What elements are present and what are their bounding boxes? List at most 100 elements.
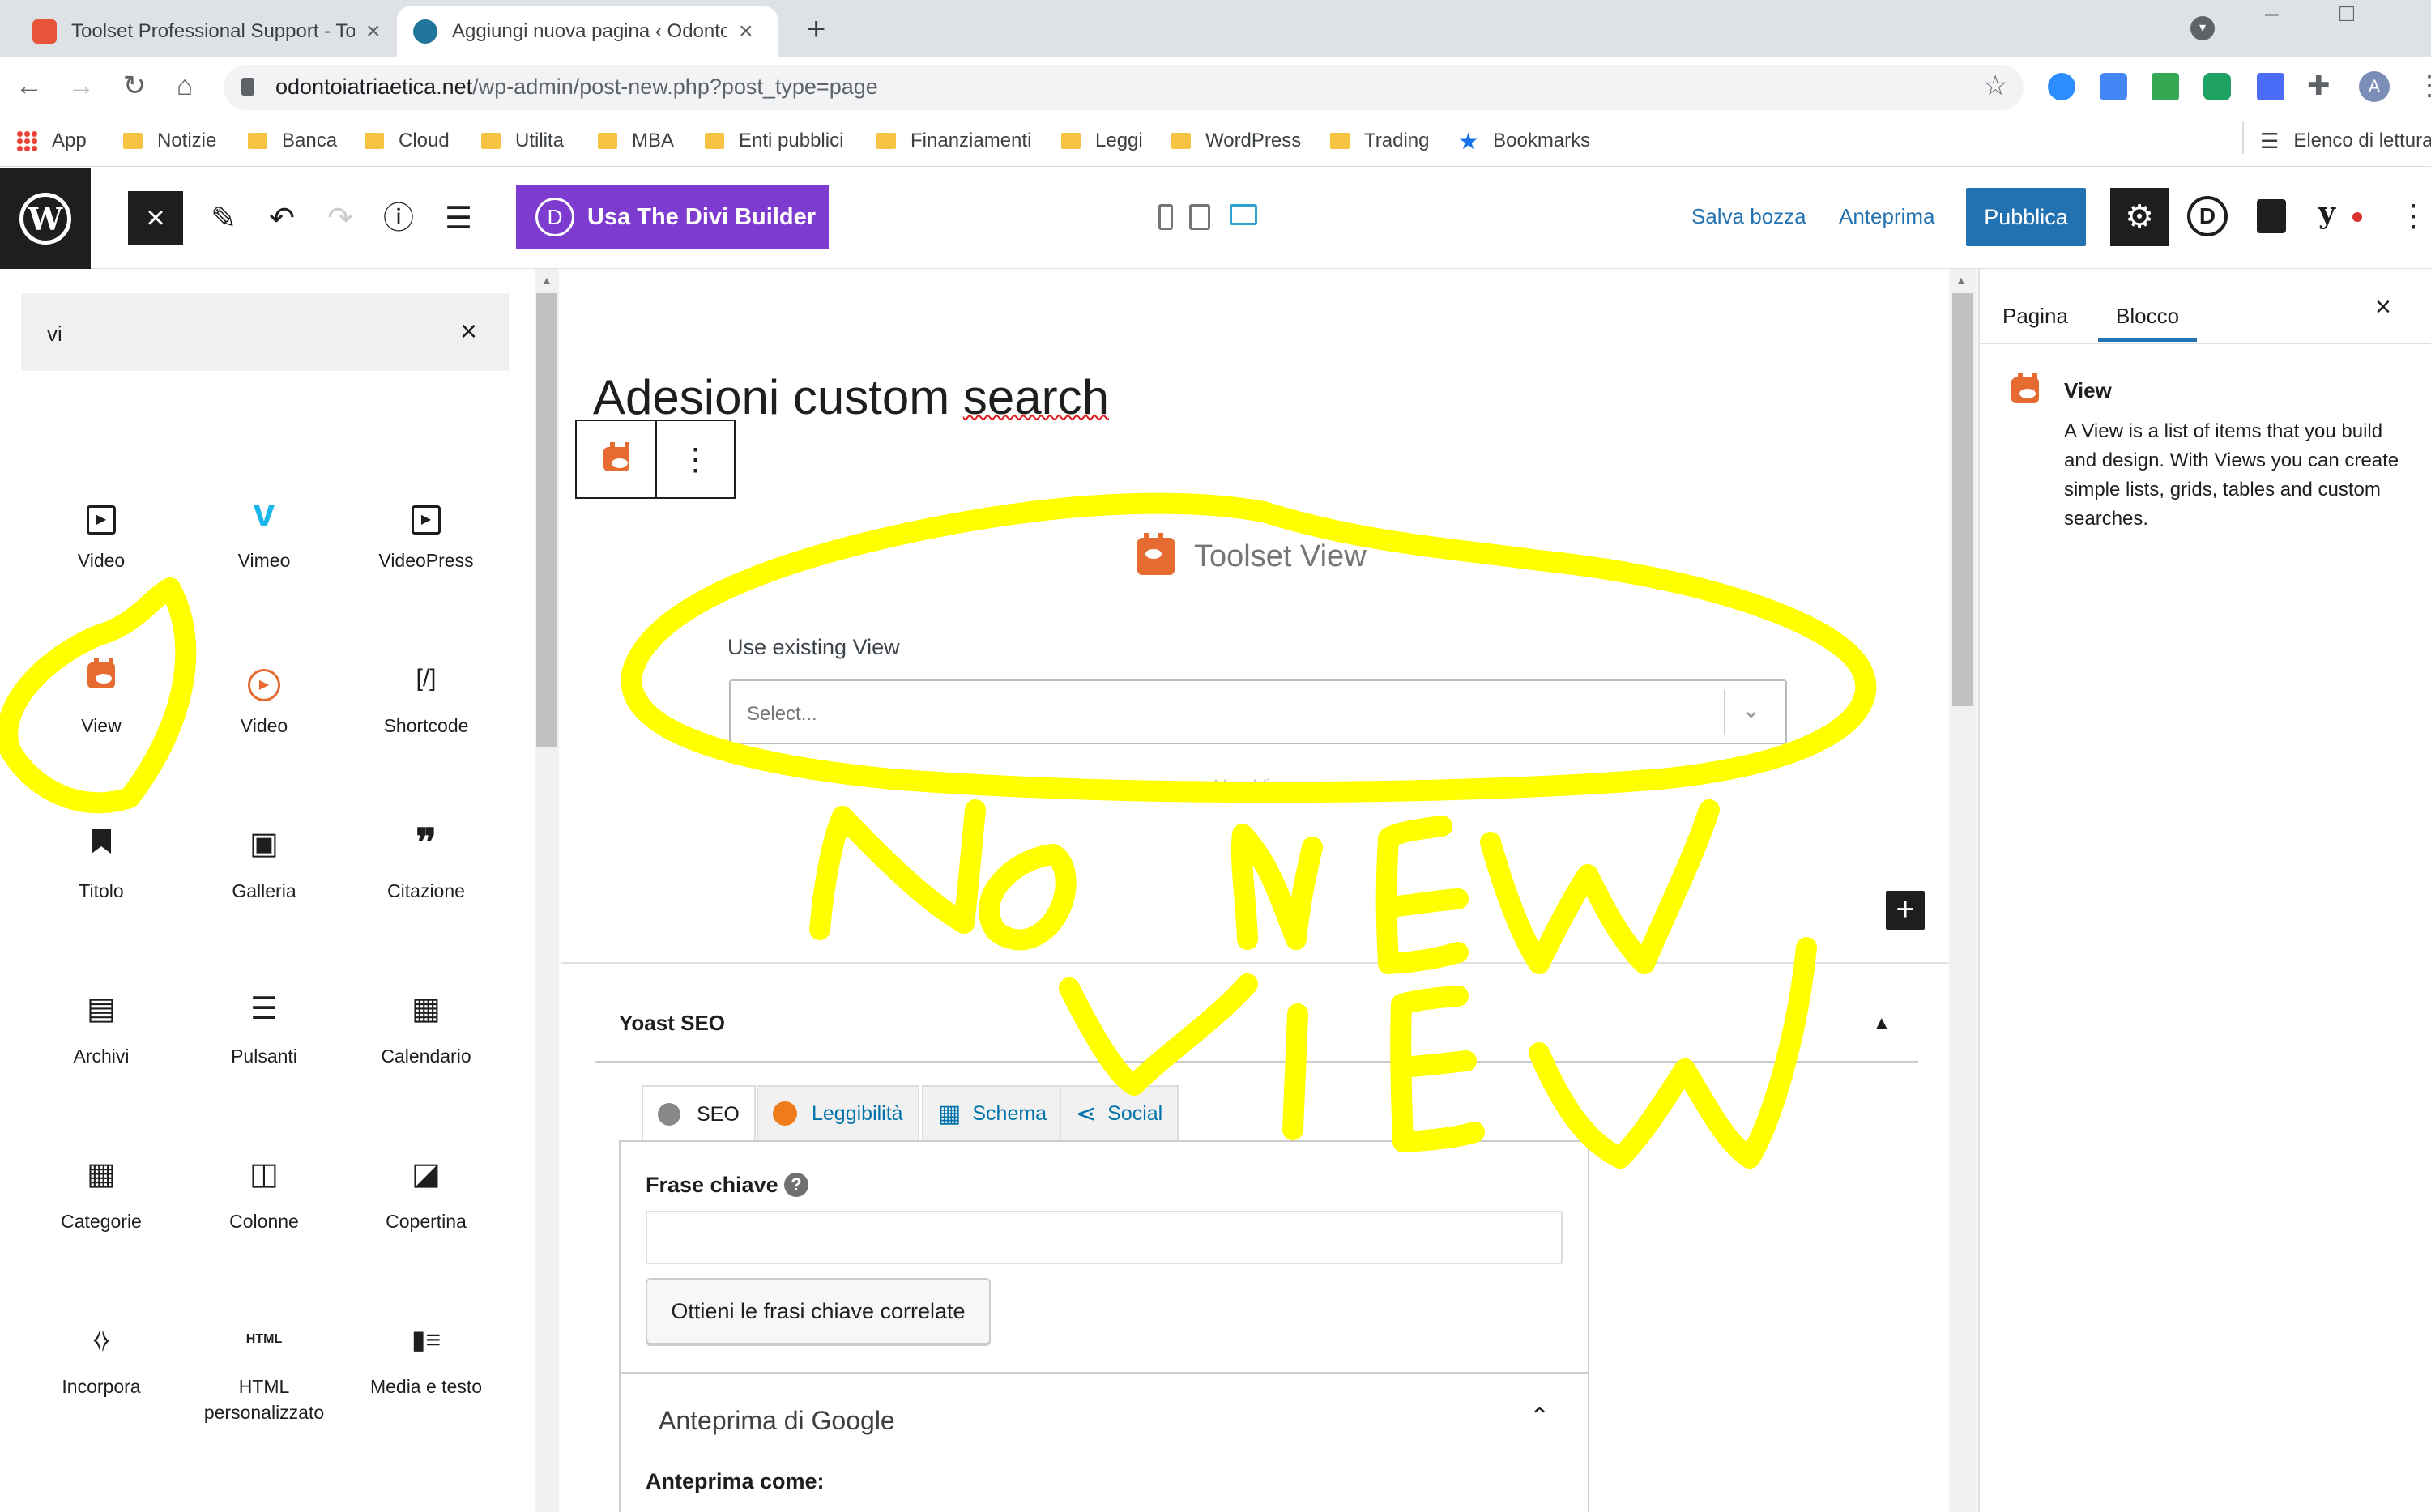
tab-pagina[interactable]: Pagina [2002, 290, 2068, 342]
lock-icon[interactable] [241, 78, 254, 96]
block-item-titolo[interactable]: Titolo [20, 820, 182, 941]
close-inserter-button[interactable]: × [128, 191, 183, 245]
more-options-icon[interactable]: ⋮ [2398, 198, 2429, 234]
block-item-videopress[interactable]: ▶ VideoPress [345, 489, 507, 611]
block-item-vimeo[interactable]: v Vimeo [183, 489, 345, 611]
yoast-tab-schema[interactable]: ▦ Schema [922, 1085, 1064, 1140]
bookmark-folder-notizie[interactable]: Notizie [123, 126, 216, 155]
zoom-extension-icon[interactable] [2048, 73, 2075, 100]
block-search-input[interactable] [21, 293, 509, 371]
bookmark-folder-wordpress[interactable]: WordPress [1171, 126, 1301, 155]
bookmark-folder-banca[interactable]: Banca [248, 126, 337, 155]
block-item-video[interactable]: ▶ Video [20, 489, 182, 611]
tools-pencil-icon[interactable]: ✎ [203, 198, 245, 240]
browser-tab-toolset-support[interactable]: Toolset Professional Support - To × [16, 6, 397, 57]
bookmark-folder-trading[interactable]: Trading [1330, 126, 1429, 155]
undo-icon[interactable]: ↶ [261, 198, 303, 240]
scroll-up-icon[interactable]: ▲ [541, 274, 552, 287]
view-select-dropdown[interactable] [729, 679, 1787, 744]
block-item-media-testo[interactable]: ▮≡ Media e testo [345, 1315, 507, 1453]
chevron-down-icon[interactable]: ⌄ [1742, 696, 1760, 723]
google-preview-title[interactable]: Anteprima di Google [659, 1406, 895, 1436]
extensions-puzzle-icon[interactable]: ✚ [2307, 70, 2331, 102]
desktop-preview-icon[interactable] [1230, 204, 1257, 225]
view-select-placeholder[interactable]: Select... [747, 703, 817, 726]
reload-icon[interactable]: ↻ [118, 70, 151, 102]
yoast-tab-readability[interactable]: Leggibilità [757, 1085, 919, 1140]
bookmark-apps[interactable]: App [16, 126, 87, 155]
bookmark-folder-mba[interactable]: MBA [598, 126, 674, 155]
yoast-metabox-title[interactable]: Yoast SEO [619, 1011, 725, 1036]
bookmark-folder-finanziamenti[interactable]: Finanziamenti [876, 126, 1031, 155]
scroll-up-icon[interactable]: ▲ [1955, 274, 1967, 287]
block-item-galleria[interactable]: ▣ Galleria [183, 820, 345, 941]
block-item-archivi[interactable]: ▤ Archivi [20, 985, 182, 1106]
bookmark-folder-leggi[interactable]: Leggi [1061, 126, 1143, 155]
home-icon[interactable]: ⌂ [168, 70, 201, 102]
help-question-icon[interactable]: ? [784, 1173, 808, 1197]
tablet-preview-icon[interactable] [1189, 204, 1210, 230]
layers-extension-icon[interactable] [2257, 73, 2284, 100]
inserter-scrollbar-thumb[interactable] [536, 293, 557, 747]
yoast-tab-social[interactable]: ⋖ Social [1060, 1085, 1179, 1140]
add-block-button[interactable]: + [1886, 891, 1925, 930]
reading-list-button[interactable]: ☰ Elenco di lettura [2260, 126, 2431, 155]
block-options-button[interactable]: ⋮ [655, 421, 734, 497]
block-item-html[interactable]: HTML HTML personalizzato [183, 1315, 345, 1453]
browser-menu-icon[interactable]: ⋮ [2416, 70, 2431, 102]
page-title-input[interactable]: Adesioni custom search [593, 369, 1109, 425]
block-search-value[interactable]: vi [47, 322, 62, 347]
phone-preview-icon[interactable] [1158, 204, 1173, 230]
new-tab-button[interactable]: + [807, 11, 825, 48]
block-item-incorpora[interactable]: ⧼⧽ Incorpora [20, 1315, 182, 1453]
forward-icon[interactable]: → [65, 70, 97, 102]
block-item-colonne[interactable]: ◫ Colonne [183, 1150, 345, 1271]
block-item-categorie[interactable]: ▦ Categorie [20, 1150, 182, 1271]
tab-blocco[interactable]: Blocco [2098, 290, 2198, 342]
details-info-icon[interactable]: ⓘ [377, 198, 420, 240]
bookmark-folder-cloud[interactable]: Cloud [365, 126, 450, 155]
publish-button[interactable]: Pubblica [1966, 188, 2086, 246]
use-view-button[interactable]: Use View [1213, 776, 1295, 799]
bookmark-bookmarks[interactable]: ★ Bookmarks [1458, 126, 1590, 155]
block-item-citazione[interactable]: ❞ Citazione [345, 820, 507, 941]
divi-settings-icon[interactable]: D [2187, 196, 2228, 236]
block-item-calendario[interactable]: ▦ Calendario [345, 985, 507, 1106]
settings-gear-button[interactable]: ⚙ [2110, 188, 2169, 246]
close-tab-icon[interactable]: × [739, 18, 753, 45]
chevron-up-icon[interactable]: ▲ [1873, 1012, 1891, 1033]
maximize-icon[interactable]: □ [2339, 0, 2354, 27]
block-item-video-toolset[interactable]: ▶ Video [183, 654, 345, 776]
block-type-switcher[interactable] [577, 421, 655, 497]
url-text[interactable]: odontoiatriaetica.net/wp-admin/post-new.… [275, 75, 878, 100]
list-view-icon[interactable]: ☰ [437, 198, 480, 240]
focus-keyphrase-input[interactable] [646, 1211, 1563, 1264]
tab-search-icon[interactable]: ▾ [2190, 16, 2215, 40]
clear-search-icon[interactable]: × [460, 314, 477, 348]
block-item-pulsanti[interactable]: ☰ Pulsanti [183, 985, 345, 1106]
block-item-copertina[interactable]: ◪ Copertina [345, 1150, 507, 1271]
bookmark-star-icon[interactable]: ☆ [1983, 70, 2007, 102]
browser-tab-add-page[interactable]: Aggiungi nuova pagina ‹ Odonto × [397, 6, 778, 57]
yoast-icon[interactable]: y [2318, 196, 2335, 230]
save-draft-button[interactable]: Salva bozza [1691, 204, 1806, 229]
toolset-calendar-icon[interactable] [2257, 199, 2286, 233]
redo-icon[interactable]: ↷ [319, 198, 361, 240]
shield-extension-icon[interactable] [2203, 73, 2231, 100]
divi-builder-button[interactable]: D Usa The Divi Builder [516, 185, 829, 249]
wordpress-logo-button[interactable]: W [0, 168, 91, 269]
minimize-icon[interactable]: – [2265, 0, 2279, 27]
bookmark-folder-utilita[interactable]: Utilita [481, 126, 564, 155]
drive-extension-icon[interactable] [2152, 73, 2179, 100]
yoast-tab-seo[interactable]: SEO [642, 1085, 756, 1142]
bookmark-folder-enti-pubblici[interactable]: Enti pubblici [705, 126, 843, 155]
preview-button[interactable]: Anteprima [1839, 204, 1935, 229]
back-icon[interactable]: ← [13, 70, 45, 102]
block-item-shortcode[interactable]: [/] Shortcode [345, 654, 507, 776]
canvas-scrollbar-thumb[interactable] [1952, 293, 1973, 706]
related-keyphrases-button[interactable]: Ottieni le frasi chiave correlate [646, 1278, 991, 1344]
close-sidebar-icon[interactable]: × [2375, 292, 2391, 323]
close-tab-icon[interactable]: × [366, 18, 381, 45]
block-item-view[interactable]: View [20, 654, 182, 776]
translate-extension-icon[interactable] [2100, 73, 2127, 100]
